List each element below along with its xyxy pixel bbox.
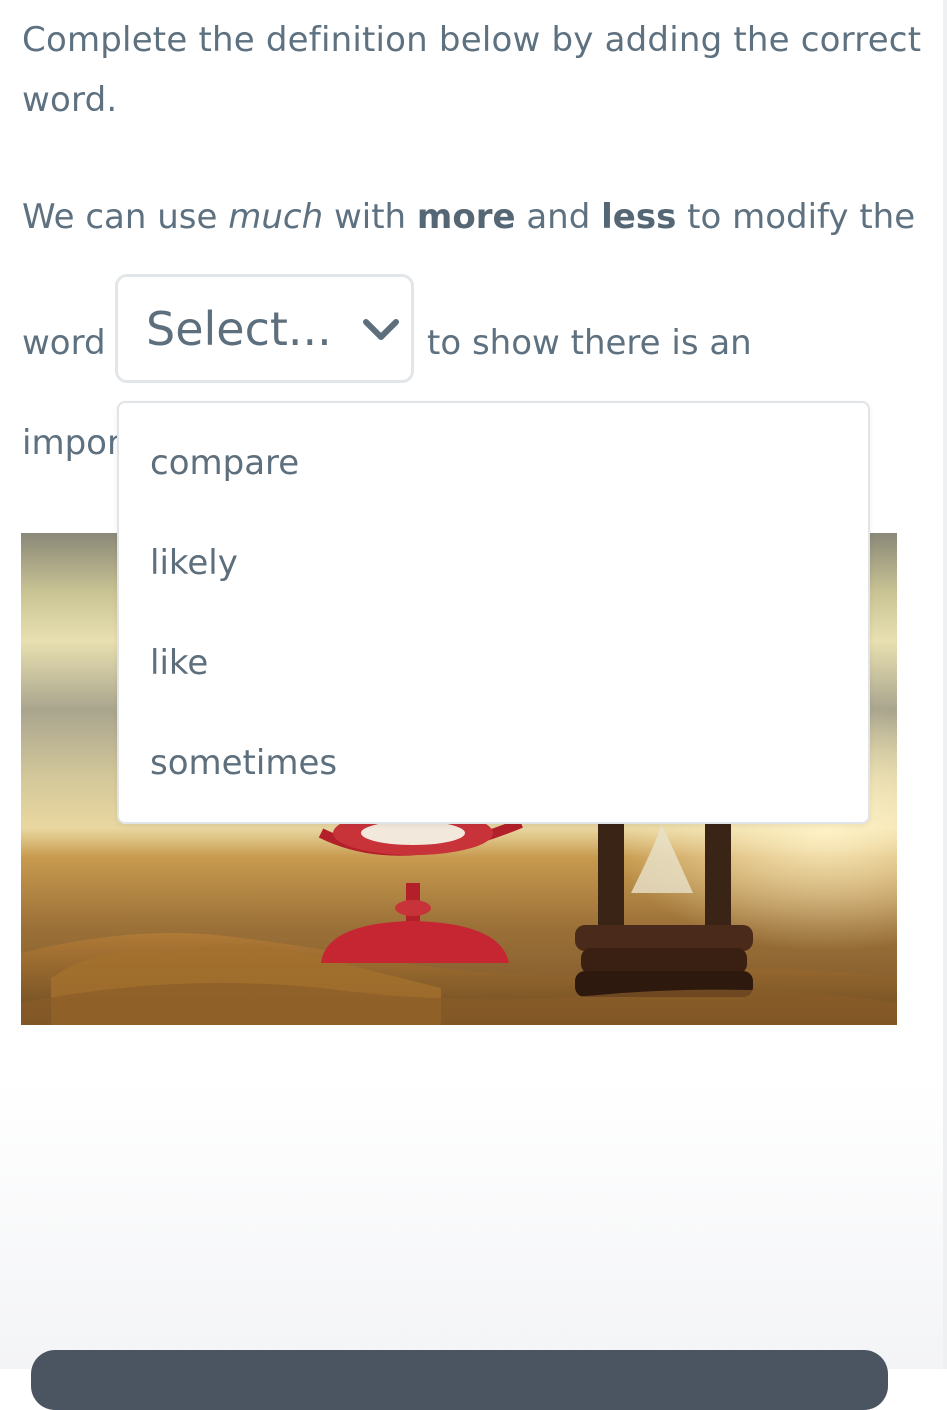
- chevron-down-icon: [363, 319, 399, 340]
- dropdown-option-compare[interactable]: compare: [119, 413, 868, 513]
- sentence-text: to modify the: [676, 197, 916, 237]
- dropdown-option-sometimes[interactable]: sometimes: [119, 713, 868, 813]
- sentence-bold-word: less: [601, 197, 677, 237]
- instruction-text: Complete the definition below by adding …: [22, 20, 922, 120]
- sentence-text: with: [323, 197, 417, 237]
- sentence-line-1: We can use much with more and less to mo…: [22, 192, 915, 242]
- submit-button[interactable]: [31, 1350, 888, 1410]
- sentence-line-3: impor: [22, 423, 121, 463]
- page-edge-shadow: [943, 0, 947, 1369]
- sentence-text: We can use: [22, 197, 229, 237]
- sentence-bold-word: more: [416, 197, 516, 237]
- select-current-value: Select...: [146, 302, 332, 356]
- dropdown-options-menu: compare likely like sometimes: [117, 401, 870, 824]
- dropdown-option-like[interactable]: like: [119, 613, 868, 713]
- sentence-word-before-select: word: [22, 323, 106, 363]
- word-select-dropdown[interactable]: Select...: [115, 274, 414, 383]
- sentence-text: and: [515, 197, 602, 237]
- sentence-italic-word: much: [228, 197, 324, 237]
- sentence-text-after-select: to show there is an: [427, 323, 752, 363]
- dropdown-option-likely[interactable]: likely: [119, 513, 868, 613]
